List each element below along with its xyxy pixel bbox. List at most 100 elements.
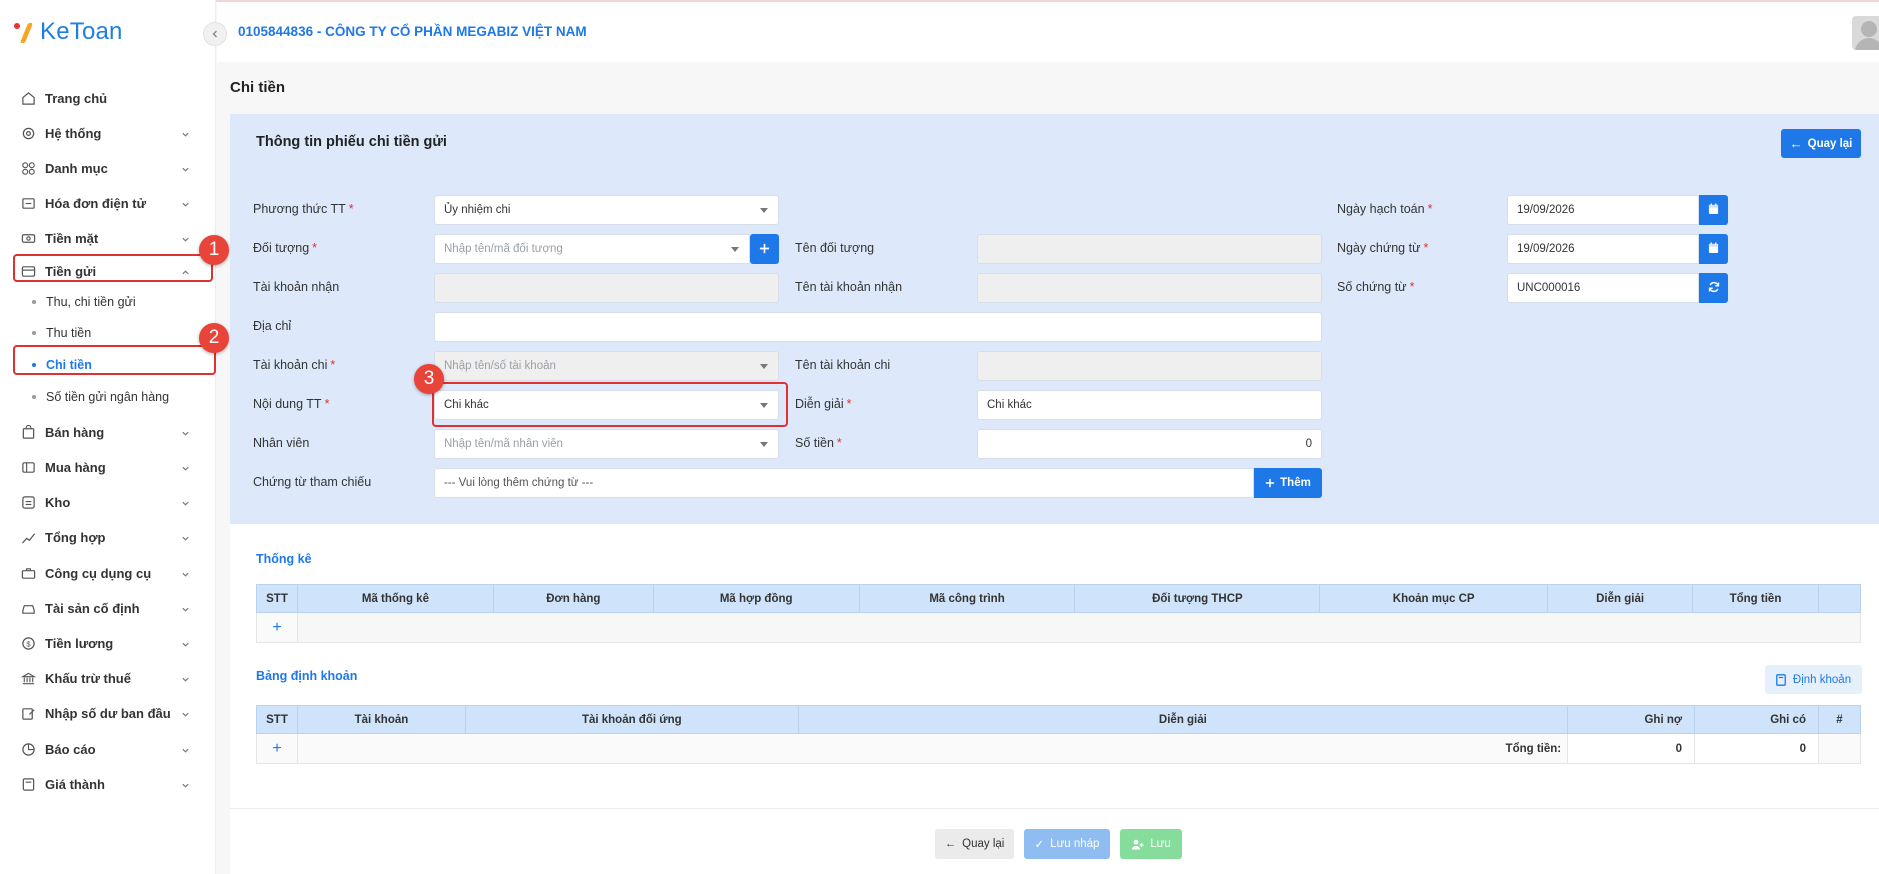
phuong-thuc-select[interactable]: Ủy nhiệm chi: [434, 195, 779, 225]
sidebar-item-gia-thanh[interactable]: Giá thành: [20, 772, 190, 796]
sidebar-item-trang-chu[interactable]: Trang chủ: [20, 86, 190, 110]
tai-khoan-chi-select[interactable]: Nhập tên/số tài khoản: [434, 351, 779, 381]
column-header: Mã hợp đồng: [652, 584, 860, 613]
add-row-button[interactable]: +: [256, 733, 298, 764]
column-header: Tổng tiền: [1692, 584, 1819, 613]
column-header: STT: [256, 705, 298, 734]
dinh-khoan-label: Định khoản: [1792, 673, 1852, 686]
sidebar-item-hoa-don[interactable]: Hóa đơn điện tử: [20, 191, 190, 215]
add-doi-tuong-button[interactable]: [750, 234, 779, 264]
chevron-down-icon: [181, 637, 190, 652]
page-title: Chi tiền: [230, 79, 285, 96]
table-header-row: STT Mã thống kê Đơn hàng Mã hợp đồng Mã …: [256, 584, 1862, 613]
back-button-top[interactable]: ← Quay lại: [1781, 129, 1861, 158]
column-header: Diễn giải: [797, 705, 1569, 734]
thong-ke-title: Thống kê: [256, 552, 312, 566]
sidebar-item-label: Giá thành: [45, 776, 105, 792]
sidebar-item-kho[interactable]: Kho: [20, 490, 190, 514]
sidebar: KeToan Trang chủ Hệ thống Danh mục Hóa đ…: [0, 0, 216, 874]
chevron-down-icon: [181, 426, 190, 441]
invoice-icon: [20, 195, 36, 211]
column-header: Ghi nợ: [1567, 705, 1696, 734]
table-header-row: STT Tài khoản Tài khoản đối ứng Diễn giả…: [256, 705, 1862, 734]
ngay-hach-toan-calendar-button[interactable]: [1699, 195, 1728, 225]
so-chung-tu-field[interactable]: UNC000016: [1507, 273, 1699, 303]
logo[interactable]: KeToan: [14, 18, 123, 46]
company-name[interactable]: 0105844836 - CÔNG TY CỔ PHẦN MEGABIZ VIỆ…: [238, 24, 587, 39]
column-header: Diễn giải: [1547, 584, 1694, 613]
cash-icon: [20, 230, 36, 246]
sidebar-item-khau-tru[interactable]: Khấu trừ thuế: [20, 666, 190, 690]
arrow-left-icon: ←: [1789, 136, 1803, 151]
bullet-icon: [32, 331, 36, 335]
column-header: Tài khoản đối ứng: [464, 705, 799, 734]
sidebar-item-he-thong[interactable]: Hệ thống: [20, 121, 190, 145]
sidebar-item-tong-hop[interactable]: Tổng hợp: [20, 525, 190, 549]
label-dia-chi: Địa chỉ: [253, 319, 292, 333]
sidebar-item-mua-hang[interactable]: Mua hàng: [20, 455, 190, 479]
save-draft-button[interactable]: ✓ Lưu nháp: [1024, 829, 1110, 859]
back-label: Quay lại: [962, 838, 1005, 850]
label-tai-khoan-nhan: Tài khoản nhận: [253, 280, 340, 294]
add-row-button[interactable]: +: [256, 612, 298, 643]
ten-doi-tuong-field[interactable]: [977, 234, 1322, 264]
caret-down-icon: [760, 364, 768, 369]
sidebar-subitem-thu-tien[interactable]: Thu tiền: [32, 323, 91, 343]
doi-tuong-select[interactable]: Nhập tên/mã đối tượng: [434, 234, 750, 264]
warehouse-icon: [20, 494, 36, 510]
dollar-icon: $: [20, 635, 36, 651]
label-phuong-thuc: Phương thức TT *: [253, 202, 354, 216]
tai-khoan-nhan-field[interactable]: [434, 273, 779, 303]
chevron-down-icon: [181, 162, 190, 177]
sidebar-subitem-so-tien-gui[interactable]: Số tiền gửi ngân hàng: [32, 387, 169, 407]
sidebar-item-danh-muc[interactable]: Danh mục: [20, 156, 190, 180]
so-tien-field[interactable]: 0: [977, 429, 1322, 459]
sidebar-item-bao-cao[interactable]: Báo cáo: [20, 737, 190, 761]
sidebar-item-tai-san[interactable]: Tài sản cố định: [20, 596, 190, 620]
user-add-icon: [1131, 839, 1144, 850]
nhan-vien-select[interactable]: Nhập tên/mã nhân viên: [434, 429, 779, 459]
caret-down-icon: [760, 442, 768, 447]
label-ngay-chung-tu: Ngày chứng từ *: [1337, 241, 1429, 255]
sidebar-item-cong-cu[interactable]: Công cụ dụng cụ: [20, 561, 190, 585]
back-button-bottom[interactable]: ← Quay lại: [935, 829, 1014, 859]
annotation-box-3: [432, 382, 788, 427]
annotation-label: 1: [208, 239, 220, 260]
form-title: Thông tin phiếu chi tiền gửi: [256, 134, 447, 150]
sidebar-item-tien-luong[interactable]: $ Tiền lương: [20, 631, 190, 655]
check-icon: ✓: [1034, 839, 1045, 851]
column-header: Đơn hàng: [492, 584, 654, 613]
report-icon: [20, 741, 36, 757]
ngay-hach-toan-field[interactable]: 19/09/2026: [1507, 195, 1699, 225]
column-header: Mã công trình: [858, 584, 1076, 613]
sidebar-collapse-button[interactable]: [203, 22, 227, 46]
add-chung-tu-button[interactable]: Thêm: [1254, 468, 1322, 498]
save-draft-label: Lưu nháp: [1050, 838, 1100, 850]
sidebar-item-tien-mat[interactable]: Tiền mặt: [20, 226, 190, 250]
tools-icon: [20, 565, 36, 581]
ngay-chung-tu-calendar-button[interactable]: [1699, 234, 1728, 264]
sidebar-item-label: Kho: [45, 494, 71, 510]
annotation-label: 3: [423, 368, 435, 389]
ten-tk-nhan-field[interactable]: [977, 273, 1322, 303]
dinh-khoan-button[interactable]: Định khoản: [1765, 665, 1862, 694]
calendar-icon: [1708, 242, 1719, 257]
dia-chi-field[interactable]: [434, 312, 1322, 342]
svg-text:$: $: [26, 639, 31, 648]
chevron-down-icon: [181, 602, 190, 617]
ten-tk-chi-field[interactable]: [977, 351, 1322, 381]
sidebar-item-ban-hang[interactable]: Bán hàng: [20, 420, 190, 444]
calculator-icon: [20, 776, 36, 792]
ngay-chung-tu-field[interactable]: 19/09/2026: [1507, 234, 1699, 264]
detail-section: Thống kê STT Mã thống kê Đơn hàng Mã hợp…: [230, 524, 1879, 874]
save-button[interactable]: Lưu: [1120, 829, 1182, 859]
dien-giai-field[interactable]: Chi khác: [977, 390, 1322, 420]
dinh-khoan-table: STT Tài khoản Tài khoản đối ứng Diễn giả…: [256, 705, 1862, 764]
chung-tu-field[interactable]: --- Vui lòng thêm chứng từ ---: [434, 468, 1254, 498]
sidebar-item-nhap-so-du[interactable]: Nhập số dư ban đầu: [20, 701, 190, 725]
label-so-tien: Số tiền *: [795, 436, 842, 450]
sidebar-subitem-thu-chi[interactable]: Thu, chi tiền gửi: [32, 292, 136, 312]
avatar[interactable]: [1852, 16, 1879, 50]
sidebar-item-label: Tiền mặt: [45, 230, 99, 246]
refresh-so-chung-tu-button[interactable]: [1699, 273, 1728, 303]
